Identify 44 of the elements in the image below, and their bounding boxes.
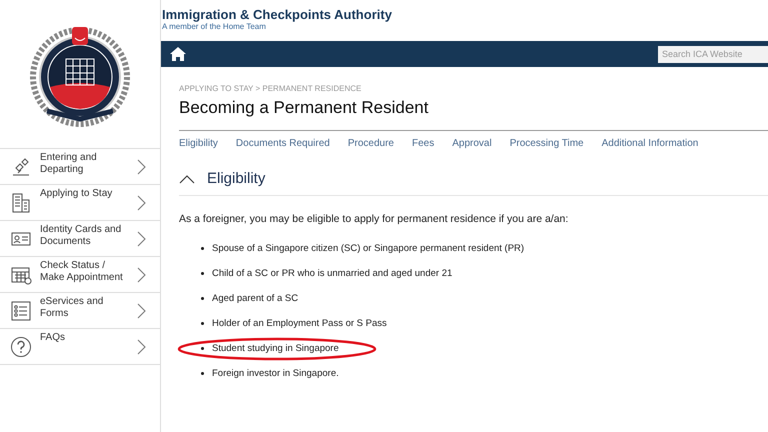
chevron-right-icon — [137, 158, 146, 174]
eligibility-item: Student studying in Singapore — [212, 342, 339, 356]
sidebar-item[interactable]: Identity Cards and Documents — [0, 220, 160, 256]
chevron-right-icon — [137, 266, 146, 282]
chevron-right-icon — [137, 194, 146, 210]
help-icon — [10, 336, 32, 358]
section-tab[interactable]: Procedure — [348, 136, 394, 151]
sidebar-item[interactable]: Applying to Stay — [0, 184, 160, 220]
search-field[interactable]: Search ICA Website — [658, 46, 768, 62]
chevron-up-icon[interactable] — [179, 174, 195, 184]
section-tab[interactable]: Additional Information — [602, 136, 698, 151]
section-title: Eligibility — [207, 168, 266, 189]
eligibility-item: Spouse of a Singapore citizen (SC) or Singapore permanent resident (PR) — [212, 242, 524, 256]
bullet-icon — [201, 322, 204, 326]
bullet-icon — [201, 372, 204, 376]
site-title: Immigration & Checkpoints Authority — [162, 7, 393, 22]
chevron-right-icon — [137, 230, 146, 246]
building-icon — [10, 192, 32, 214]
section-tab[interactable]: Fees — [412, 136, 434, 151]
sidebar-item[interactable]: eServices and Forms — [0, 292, 160, 328]
breadcrumb: APPLYING TO STAY > PERMANENT RESIDENCE — [179, 83, 362, 95]
eligibility-item: Aged parent of a SC — [212, 292, 298, 306]
section-tab[interactable]: Approval — [452, 136, 492, 151]
chevron-right-icon — [137, 302, 146, 318]
sidebar-item[interactable]: FAQs — [0, 328, 160, 364]
bullet-icon — [201, 247, 204, 250]
checklist-icon — [10, 300, 32, 322]
sidebar-item[interactable]: Check Status / Make Appointment — [0, 256, 160, 292]
section-tab[interactable]: Eligibility — [179, 136, 218, 151]
traveller-icon — [10, 156, 32, 178]
bullet-icon — [201, 272, 204, 276]
page-title: Becoming a Permanent Resident — [179, 98, 430, 118]
sidebar-item[interactable]: Entering and Departing — [0, 148, 160, 184]
eligibility-item: Child of a SC or PR who is unmarried and aged under 21 — [212, 266, 452, 281]
section-tab[interactable]: Processing Time — [510, 136, 584, 151]
section-tab[interactable]: Documents Required — [236, 136, 330, 151]
site-subtitle: A member of the Home Team — [162, 22, 267, 32]
bullet-icon — [201, 347, 204, 350]
bullet-icon — [201, 297, 204, 300]
home-icon[interactable] — [169, 46, 187, 62]
intro-text: As a foreigner, you may be eligible to apply for permanent residence if you are a/an: — [179, 212, 570, 227]
eligibility-item: Holder of an Employment Pass or S Pass — [212, 316, 387, 331]
eligibility-item: Foreign investor in Singapore. — [212, 366, 339, 381]
chevron-right-icon — [137, 338, 146, 354]
